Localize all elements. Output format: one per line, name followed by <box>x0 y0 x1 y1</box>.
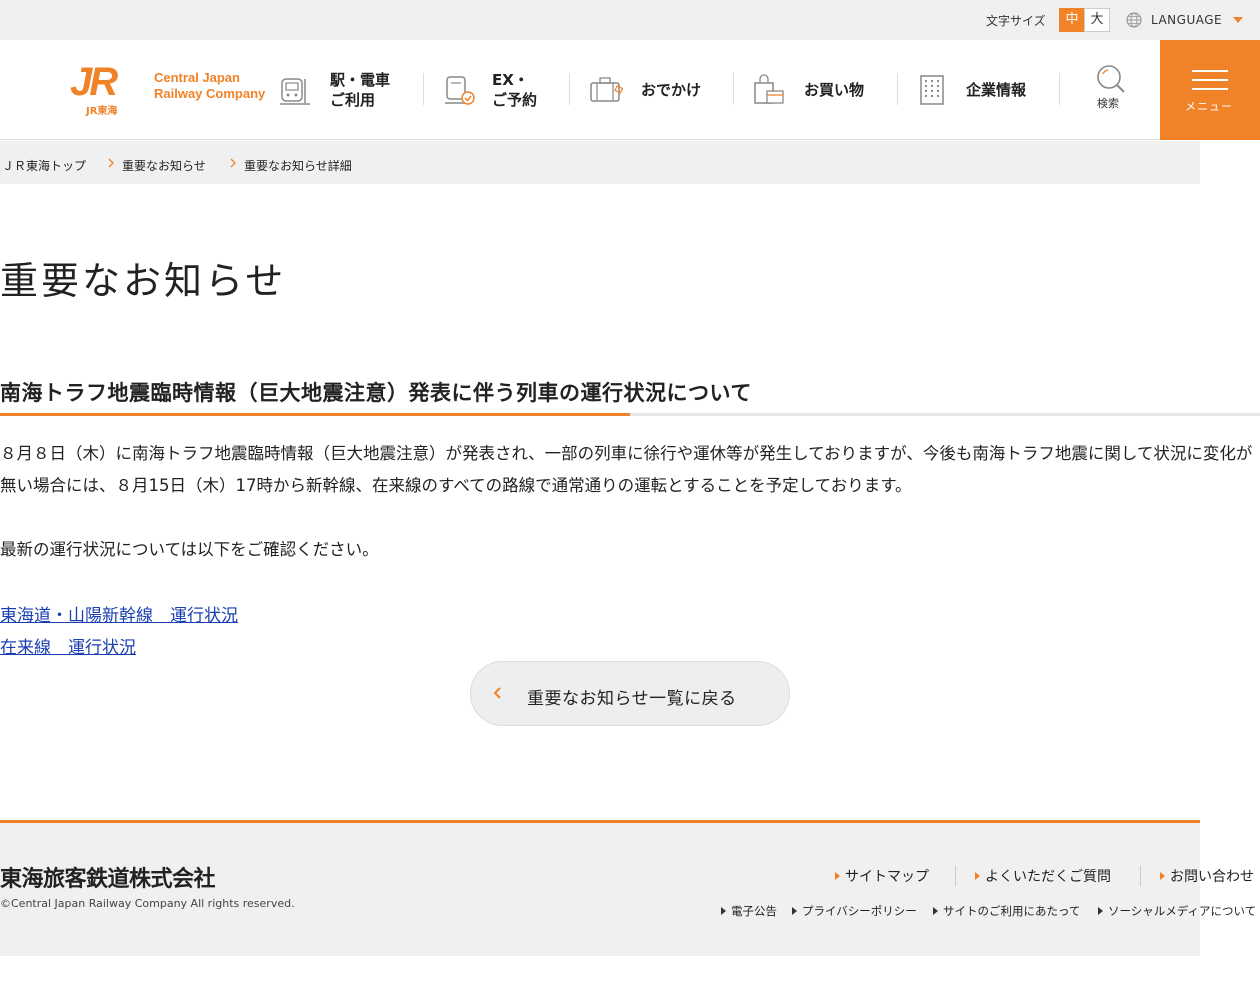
logo-sub: JR東海 <box>86 106 118 117</box>
site-footer: 東海旅客鉄道株式会社 ©Central Japan Railway Compan… <box>0 820 1256 956</box>
footer-link-public-notice[interactable]: 電子公告 <box>721 903 777 919</box>
font-size-medium-button[interactable]: 中 <box>1059 8 1085 32</box>
nav-label: 企業情報 <box>966 81 1027 99</box>
hamburger-icon <box>1192 88 1228 90</box>
nav-outing[interactable]: おでかけ <box>589 40 719 140</box>
caret-down-icon[interactable] <box>1233 17 1243 23</box>
search-icon[interactable] <box>1090 62 1130 122</box>
jr-logo[interactable]: JR JR東海 <box>70 60 118 117</box>
conventional-line-status-link[interactable]: 在来線 運行状況 <box>0 633 136 658</box>
logo-mark: JR <box>70 60 118 104</box>
nav-label: EX・ <box>492 71 529 89</box>
nav-divider <box>897 73 898 105</box>
footer-link-sitemap[interactable]: サイトマップ <box>835 866 929 886</box>
nav-label: 駅・電車 <box>330 71 391 89</box>
nav-ex-reservation[interactable]: EX・ ご予約 <box>442 40 567 140</box>
copyright: ©Central Japan Railway Company All right… <box>0 897 295 910</box>
article-title: 南海トラフ地震臨時情報（巨大地震注意）発表に伴う列車の運行状況について <box>0 381 752 405</box>
triangle-right-icon <box>975 872 980 880</box>
breadcrumb-item-current: 重要なお知らせ詳細 <box>244 159 352 173</box>
title-underline-accent <box>0 413 630 416</box>
back-to-list-button[interactable]: 重要なお知らせ一覧に戻る <box>470 661 790 726</box>
triangle-right-icon <box>933 906 938 915</box>
nav-station-train[interactable]: 駅・電車 ご利用 <box>278 40 418 140</box>
breadcrumb-item-top[interactable]: ＪＲ東海トップ <box>2 157 86 174</box>
utility-bar: 文字サイズ 中 大 LANGUAGE <box>0 0 1260 40</box>
footer-sublink-label: ソーシャルメディアについて <box>1108 904 1257 918</box>
site-header: JR JR東海 Central Japan Railway Company 駅・… <box>0 40 1260 140</box>
menu-label: メニュー <box>1185 100 1233 113</box>
nav-label: ご利用 <box>330 91 376 109</box>
nav-label: お買い物 <box>804 81 865 99</box>
footer-link-label: お問い合わせ <box>1170 869 1254 885</box>
nav-label: おでかけ <box>641 81 702 99</box>
shinkansen-status-link[interactable]: 東海道・山陽新幹線 運行状況 <box>0 601 238 626</box>
back-button-label: 重要なお知らせ一覧に戻る <box>527 689 737 709</box>
breadcrumb: ＪＲ東海トップ 重要なお知らせ 重要なお知らせ詳細 <box>0 141 1200 184</box>
nav-divider <box>733 73 734 105</box>
triangle-right-icon <box>835 872 840 880</box>
article-paragraph: 最新の運行状況については以下をご確認ください。 <box>0 540 379 559</box>
footer-link-privacy[interactable]: プライバシーポリシー <box>792 903 917 919</box>
nav-divider <box>1059 73 1060 105</box>
footer-link-terms[interactable]: サイトのご利用にあたって <box>933 903 1080 919</box>
globe-icon[interactable] <box>1126 12 1142 28</box>
chevron-right-icon <box>108 158 114 168</box>
shopping-bag-icon <box>754 74 784 104</box>
train-icon <box>280 78 310 105</box>
footer-link-label: サイトマップ <box>845 869 929 885</box>
triangle-right-icon <box>1098 906 1103 915</box>
triangle-right-icon <box>792 906 797 915</box>
footer-link-contact[interactable]: お問い合わせ <box>1160 866 1254 886</box>
logo-en-line1: Central Japan <box>154 70 240 85</box>
footer-link-faq[interactable]: よくいただくご質問 <box>975 866 1111 886</box>
menu-button[interactable]: メニュー <box>1160 40 1260 140</box>
breadcrumb-item-notices[interactable]: 重要なお知らせ <box>122 157 206 174</box>
page-title: 重要なお知らせ <box>0 259 287 303</box>
reservation-icon <box>445 76 475 105</box>
search-label[interactable]: 検索 <box>1097 95 1119 111</box>
font-size-label: 文字サイズ <box>986 14 1046 28</box>
triangle-right-icon <box>721 906 726 915</box>
nav-divider <box>569 73 570 105</box>
chevron-left-icon <box>493 687 501 699</box>
footer-link-label: よくいただくご質問 <box>985 869 1111 885</box>
footer-sublink-label: サイトのご利用にあたって <box>943 904 1081 918</box>
footer-sublink-label: 電子公告 <box>731 904 777 918</box>
hamburger-icon <box>1192 79 1228 81</box>
logo-english-name[interactable]: Central Japan Railway Company <box>154 70 265 102</box>
footer-divider <box>1140 866 1141 886</box>
language-selector[interactable]: LANGUAGE <box>1151 13 1222 27</box>
triangle-right-icon <box>1160 872 1165 880</box>
nav-label: ご予約 <box>492 91 538 109</box>
chevron-right-icon <box>230 158 236 168</box>
building-icon <box>920 75 944 105</box>
nav-shopping[interactable]: お買い物 <box>752 40 882 140</box>
footer-link-social-media[interactable]: ソーシャルメディアについて <box>1098 903 1256 919</box>
hamburger-icon <box>1192 70 1228 72</box>
company-name: 東海旅客鉄道株式会社 <box>0 867 216 892</box>
article-paragraph: ８月８日（木）に南海トラフ地震臨時情報（巨大地震注意）が発表され、一部の列車に徐… <box>0 444 1253 495</box>
font-size-large-button[interactable]: 大 <box>1084 8 1110 32</box>
nav-corporate[interactable]: 企業情報 <box>916 40 1046 140</box>
suitcase-icon <box>590 77 623 102</box>
logo-en-line2: Railway Company <box>154 86 266 101</box>
footer-sublink-label: プライバシーポリシー <box>802 904 917 918</box>
nav-divider <box>423 73 424 105</box>
footer-divider <box>955 866 956 886</box>
